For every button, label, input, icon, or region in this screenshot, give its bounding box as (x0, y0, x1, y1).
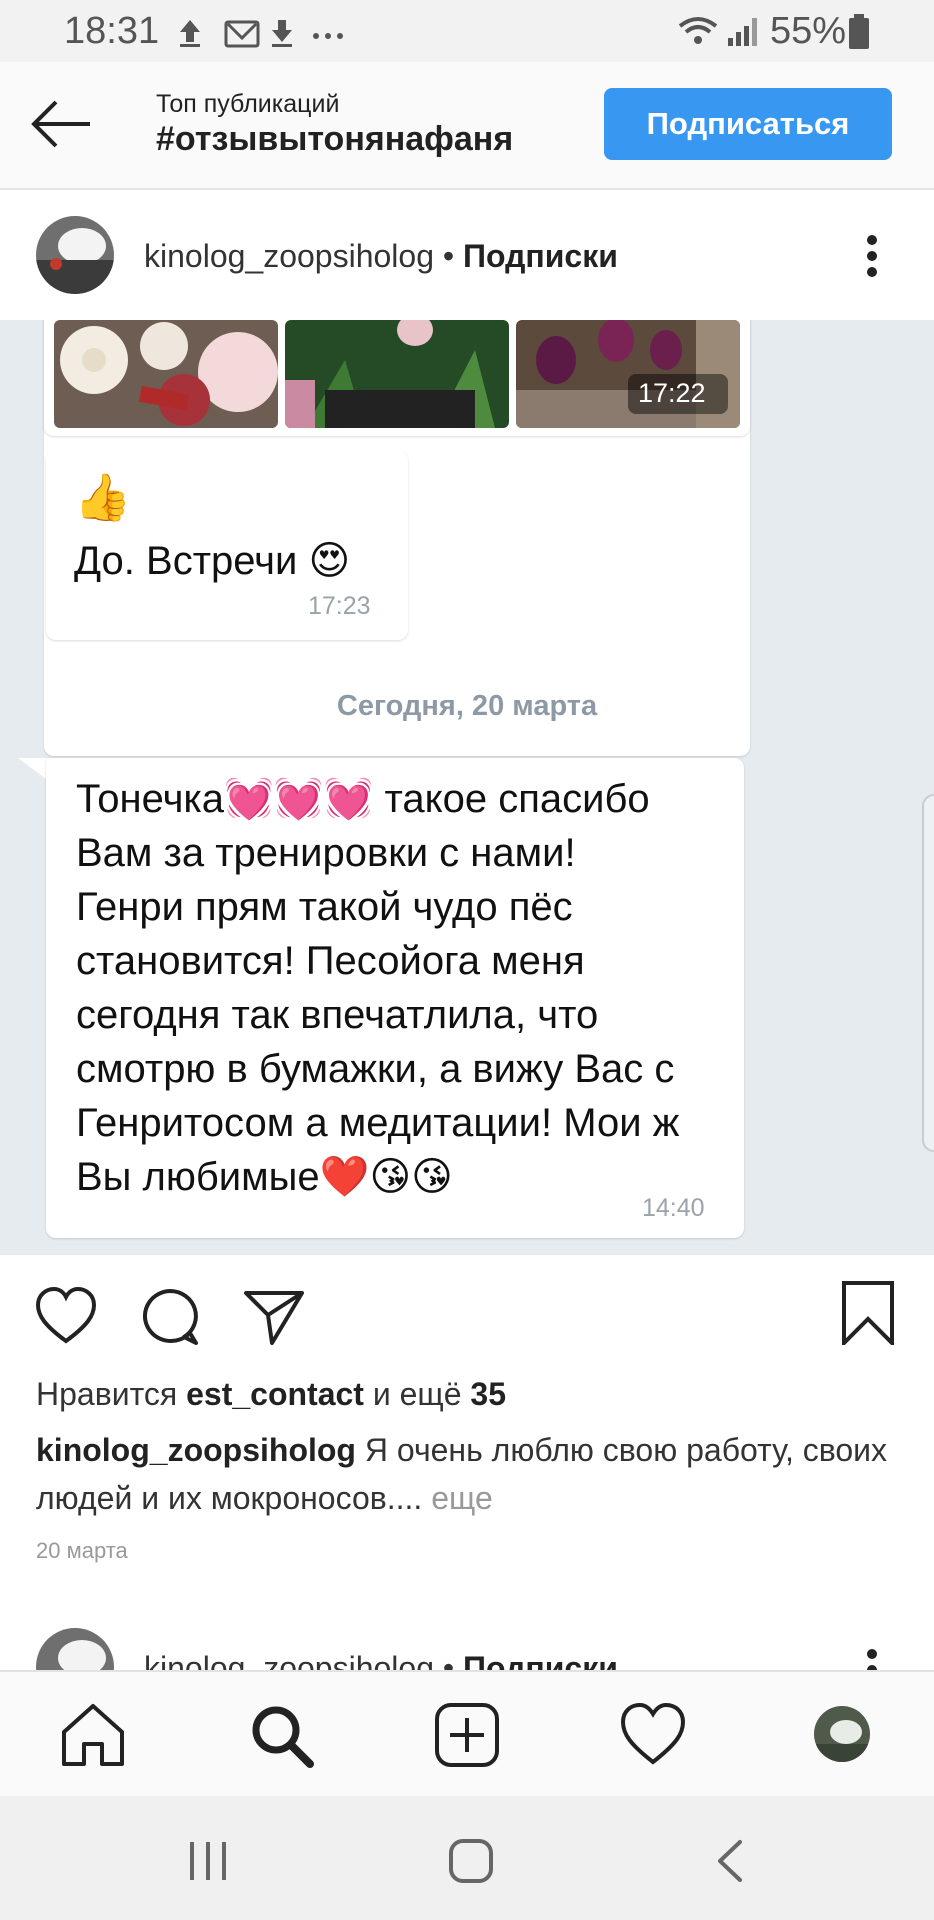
scroll-handle (922, 794, 934, 1152)
message-line: смотрю в бумажки, а вижу Вас с (76, 1047, 675, 1091)
status-time: 18:31 (64, 10, 160, 52)
reply-message-bubble: 👍 До. Встречи 😍 17:23 (46, 450, 408, 640)
caption: kinolog_zoopsiholog Я очень люблю свою р… (36, 1426, 896, 1522)
photos-time: 17:22 (638, 378, 706, 408)
post-username[interactable]: kinolog_zoopsiholog • Подписки (144, 238, 618, 275)
photo-tulips-pink[interactable] (285, 320, 509, 428)
home-button-icon[interactable] (446, 1836, 496, 1886)
wifi-signal-icon (678, 17, 757, 46)
message-bubble: Тонечка💓💓💓 такое спасибо Вам за трениров… (46, 758, 744, 1238)
status-notification-icons (180, 20, 343, 48)
likes-line: Нравится est_contact и ещё 35 (36, 1376, 506, 1412)
message-line: Генри прям такой чудо пёс (76, 885, 573, 929)
liked-by-user[interactable]: est_contact (186, 1376, 364, 1412)
caption-more-link[interactable]: еще (422, 1480, 493, 1516)
post-actions (0, 1255, 934, 1375)
message-text: Тонечка💓💓💓 такое спасибо Вам за трениров… (76, 772, 679, 1204)
system-navigation-bar (0, 1796, 934, 1920)
battery-percent: 55% (770, 10, 847, 52)
battery-icon (849, 14, 869, 49)
thumbs-up-emoji: 👍 (74, 471, 132, 523)
like-heart-icon[interactable] (34, 1285, 98, 1349)
bookmark-icon[interactable] (836, 1281, 900, 1345)
caption-username[interactable]: kinolog_zoopsiholog (36, 1432, 356, 1468)
search-icon[interactable] (246, 1700, 316, 1770)
status-bar: 18:31 55% (0, 0, 934, 62)
recent-apps-icon[interactable] (184, 1836, 234, 1886)
profile-avatar[interactable] (814, 1706, 870, 1762)
add-post-icon[interactable] (432, 1700, 502, 1770)
message-line: Вы любимые❤️😘😘 (76, 1155, 453, 1199)
post-date: 20 марта (36, 1538, 128, 1563)
username-text[interactable]: kinolog_zoopsiholog (144, 238, 434, 274)
home-icon[interactable] (58, 1700, 128, 1770)
next-post-header: kinolog_zoopsiholog • Подписки (0, 1610, 934, 1670)
more-options-icon[interactable] (858, 232, 886, 280)
message-line: Вам за тренировки с нами! (76, 831, 576, 875)
photo-flowers-white[interactable] (54, 320, 278, 428)
post-image[interactable]: 17:22 👍 До. Встречи 😍 17:23 Сегодня, 20 … (0, 320, 934, 1255)
share-send-icon[interactable] (242, 1285, 306, 1349)
next-post-username[interactable]: kinolog_zoopsiholog • Подписки (144, 1650, 618, 1670)
message-line: Тонечка💓💓💓 такое спасибо (76, 777, 650, 821)
back-button-icon[interactable] (706, 1836, 756, 1886)
follow-state: Подписки (462, 238, 618, 274)
avatar[interactable] (36, 216, 114, 294)
reply-time: 17:23 (308, 592, 371, 620)
photo-tulips-purple[interactable]: 17:22 (516, 320, 740, 428)
post-header: kinolog_zoopsiholog • Подписки (0, 190, 934, 320)
activity-heart-icon[interactable] (618, 1700, 688, 1770)
avatar[interactable] (36, 1628, 114, 1670)
message-line: сегодня так впечатлила, что (76, 993, 599, 1037)
message-line: становится! Песойога меня (76, 939, 585, 983)
likes-count[interactable]: 35 (470, 1376, 506, 1412)
comment-icon[interactable] (138, 1285, 202, 1349)
reply-text: До. Встречи 😍 (74, 539, 351, 583)
message-time: 14:40 (642, 1194, 705, 1222)
hashtag-title: #отзывытонянафаня (156, 120, 514, 158)
top-bar: Топ публикаций #отзывытонянафаня Подписа… (0, 62, 934, 190)
bottom-navigation (0, 1670, 934, 1798)
more-options-icon[interactable] (858, 1646, 886, 1670)
back-arrow-icon[interactable] (28, 96, 92, 152)
date-separator: Сегодня, 20 марта (336, 690, 598, 722)
header-subtitle: Топ публикаций (156, 90, 340, 118)
message-line: Генритосом а медитации! Мои ж (76, 1101, 680, 1145)
subscribe-button[interactable]: Подписаться (604, 88, 892, 160)
